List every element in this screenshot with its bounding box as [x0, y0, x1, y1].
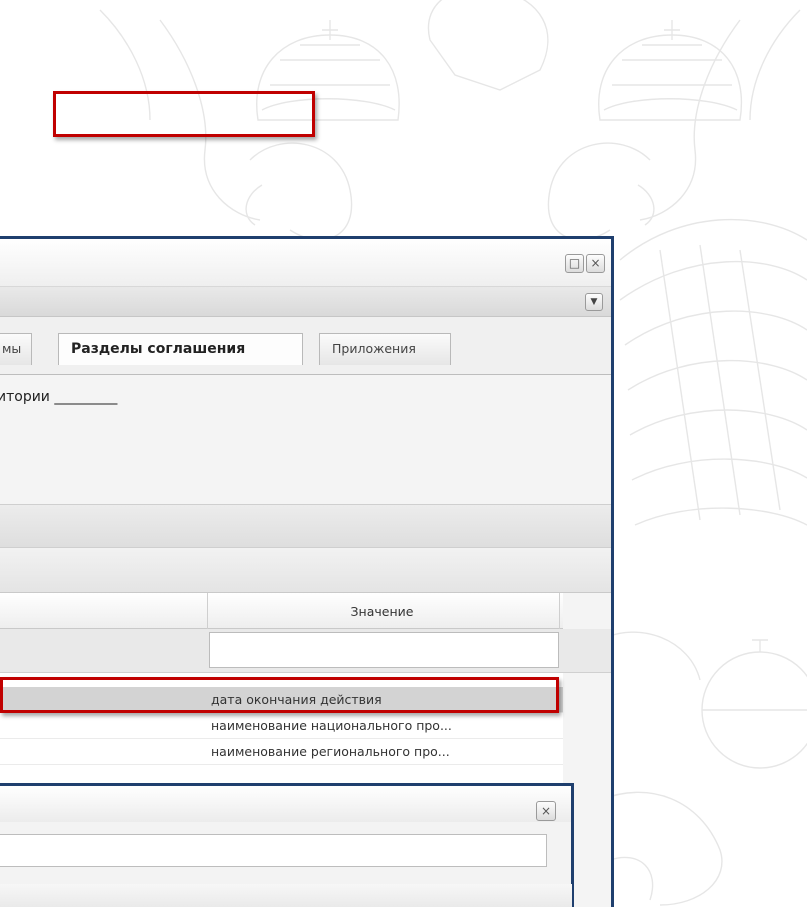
dialog-row[interactable] — [0, 884, 572, 907]
panel-subheader — [0, 548, 611, 593]
dialog-titlebar[interactable]: × — [0, 786, 571, 822]
window-titlebar[interactable]: □ × — [0, 239, 611, 287]
dialog-window: × — [0, 783, 574, 907]
section-title: итории _________ — [0, 389, 118, 405]
dialog-input[interactable] — [0, 834, 547, 867]
tab-highlight-annotation — [53, 91, 315, 137]
tab-programs[interactable]: мы — [0, 333, 33, 365]
tab-attachments[interactable]: Приложения — [319, 333, 451, 365]
maximize-icon[interactable]: □ — [565, 254, 584, 273]
close-icon[interactable]: × — [586, 254, 605, 273]
tab-agreement-sections[interactable]: Разделы соглашения — [58, 333, 303, 365]
table-row[interactable]: наименование национального про... — [0, 713, 563, 739]
filter-row — [0, 629, 611, 673]
table-cell-value: наименование регионального про... — [211, 744, 450, 759]
table-row[interactable]: наименование регионального про... — [0, 739, 563, 765]
column-separator[interactable] — [559, 593, 560, 629]
row-highlight-annotation — [0, 677, 559, 713]
value-filter-input[interactable] — [209, 632, 559, 668]
toolbar: ▼ — [0, 287, 611, 317]
chevron-down-icon[interactable]: ▼ — [585, 293, 603, 311]
table-cell-value: наименование национального про... — [211, 718, 452, 733]
tab-strip: мы Разделы соглашения Приложения — [0, 317, 611, 375]
panel-header — [0, 504, 611, 548]
close-icon[interactable]: × — [536, 801, 556, 821]
column-header-value[interactable]: Значение — [207, 604, 557, 619]
